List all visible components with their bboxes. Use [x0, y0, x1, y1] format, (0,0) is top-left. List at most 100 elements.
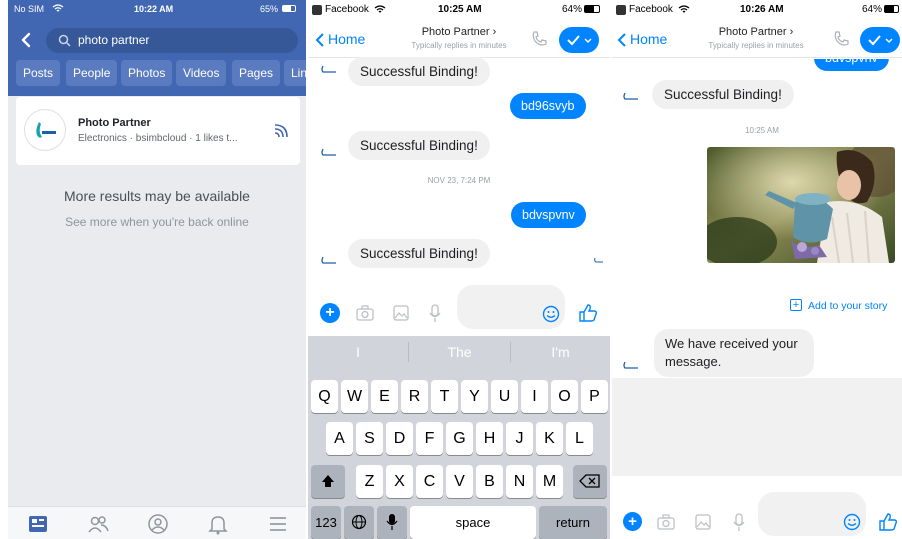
numbers-key[interactable]: 123 — [311, 506, 341, 539]
notifications-bell-icon[interactable] — [207, 513, 229, 535]
status-bar: Facebook 10:25 AM 64% — [308, 0, 610, 20]
back-arrow-icon[interactable] — [20, 32, 32, 48]
key-b[interactable]: B — [476, 465, 503, 498]
key-n[interactable]: N — [506, 465, 533, 498]
emoji-icon[interactable] — [542, 305, 560, 323]
key-m[interactable]: M — [536, 465, 563, 498]
emoji-icon[interactable] — [843, 513, 861, 531]
status-time: 10:22 AM — [134, 4, 174, 14]
chat-title[interactable]: Photo Partner › — [681, 26, 831, 38]
battery-icon — [282, 5, 296, 12]
shift-key[interactable] — [311, 465, 345, 498]
key-e[interactable]: E — [371, 380, 398, 413]
phone-icon[interactable] — [832, 30, 850, 48]
camera-icon[interactable] — [656, 513, 676, 531]
filter-videos[interactable]: Videos — [176, 60, 227, 86]
key-w[interactable]: W — [341, 380, 368, 413]
add-button[interactable]: + — [623, 512, 642, 531]
add-button[interactable]: + — [320, 303, 340, 323]
home-link[interactable]: Home — [328, 31, 365, 47]
filter-pages[interactable]: Pages — [232, 60, 281, 86]
facebook-app-icon — [616, 5, 626, 15]
key-s[interactable]: S — [356, 422, 383, 455]
chat-subtitle: Typically replies in minutes — [411, 41, 507, 50]
rss-feed-icon[interactable] — [272, 122, 290, 140]
return-key[interactable]: return — [539, 506, 607, 539]
chat-title[interactable]: Photo Partner › — [384, 26, 534, 38]
key-q[interactable]: Q — [311, 380, 338, 413]
bot-avatar-icon — [321, 65, 336, 73]
bot-message: Successful Binding! — [652, 80, 794, 109]
key-d[interactable]: D — [386, 422, 413, 455]
globe-key[interactable] — [344, 506, 374, 539]
key-a[interactable]: A — [326, 422, 353, 455]
phone-icon[interactable] — [530, 30, 548, 48]
story-plus-icon[interactable]: + — [790, 299, 802, 311]
back-chevron-icon[interactable] — [617, 32, 627, 48]
page-logo — [24, 109, 66, 151]
key-o[interactable]: O — [551, 380, 578, 413]
chat-header: Home Photo Partner › Typically replies i… — [308, 20, 610, 58]
like-thumb-icon[interactable] — [878, 512, 898, 532]
news-feed-icon[interactable] — [27, 513, 49, 535]
offline-subtitle: See more when you're back online — [65, 215, 249, 229]
bot-message-line: message. — [665, 354, 722, 369]
home-link[interactable]: Home — [630, 31, 667, 47]
options-button[interactable] — [559, 27, 599, 53]
key-c[interactable]: C — [416, 465, 443, 498]
key-j[interactable]: J — [506, 422, 533, 455]
chat-image-screen: Facebook 10:26 AM 64% Home Photo Partner… — [612, 0, 902, 539]
key-z[interactable]: Z — [356, 465, 383, 498]
user-message: bd96svyb — [510, 93, 586, 119]
bot-message-line: We have received your — [665, 336, 798, 351]
filter-posts[interactable]: Posts — [16, 60, 61, 86]
options-button[interactable] — [860, 27, 900, 53]
suggestion-2[interactable]: The — [409, 336, 510, 368]
wifi-icon — [374, 5, 386, 13]
back-chevron-icon[interactable] — [315, 32, 325, 48]
search-screen: No SIM 10:22 AM 65% photo partner Posts … — [8, 0, 306, 539]
page-subtitle: Electronics · bsimbcloud · 1 likes t... — [78, 133, 238, 144]
key-l[interactable]: L — [566, 422, 593, 455]
gallery-icon[interactable] — [392, 304, 410, 322]
offline-title: More results may be available — [64, 188, 250, 204]
key-k[interactable]: K — [536, 422, 563, 455]
key-f[interactable]: F — [416, 422, 443, 455]
dictation-key[interactable] — [377, 506, 407, 539]
suggestion-3[interactable]: I'm — [511, 336, 610, 368]
friends-icon[interactable] — [87, 513, 109, 535]
microphone-icon[interactable] — [428, 303, 442, 323]
shared-photo[interactable] — [707, 147, 895, 263]
filter-links[interactable]: Link — [284, 60, 306, 86]
like-thumb-icon[interactable] — [578, 303, 598, 323]
timestamp: NOV 23, 7:24 PM — [427, 176, 491, 185]
profile-icon[interactable] — [147, 513, 169, 535]
key-x[interactable]: X — [386, 465, 413, 498]
gallery-icon[interactable] — [694, 513, 712, 531]
suggestion-1[interactable]: I — [308, 336, 408, 368]
key-p[interactable]: P — [581, 380, 608, 413]
microphone-icon[interactable] — [732, 512, 746, 532]
key-r[interactable]: R — [401, 380, 428, 413]
filter-people[interactable]: People — [66, 60, 118, 86]
filter-photos[interactable]: Photos — [121, 60, 173, 86]
page-result-card[interactable]: Photo Partner Electronics · bsimbcloud ·… — [16, 97, 300, 165]
back-to-app-label[interactable]: Facebook — [325, 4, 369, 15]
key-h[interactable]: H — [476, 422, 503, 455]
key-t[interactable]: T — [431, 380, 458, 413]
key-v[interactable]: V — [446, 465, 473, 498]
message-input[interactable] — [457, 285, 565, 329]
message-input[interactable] — [758, 492, 866, 536]
key-y[interactable]: Y — [461, 380, 488, 413]
add-to-story-link[interactable]: Add to your story — [808, 300, 887, 312]
space-key[interactable]: space — [410, 506, 536, 539]
facebook-app-icon — [312, 5, 322, 15]
search-input[interactable]: photo partner — [46, 28, 298, 53]
key-u[interactable]: U — [491, 380, 518, 413]
menu-icon[interactable] — [267, 513, 289, 535]
back-to-app-label[interactable]: Facebook — [629, 4, 673, 15]
backspace-key[interactable] — [573, 465, 607, 498]
key-g[interactable]: G — [446, 422, 473, 455]
camera-icon[interactable] — [355, 304, 375, 322]
key-i[interactable]: I — [521, 380, 548, 413]
